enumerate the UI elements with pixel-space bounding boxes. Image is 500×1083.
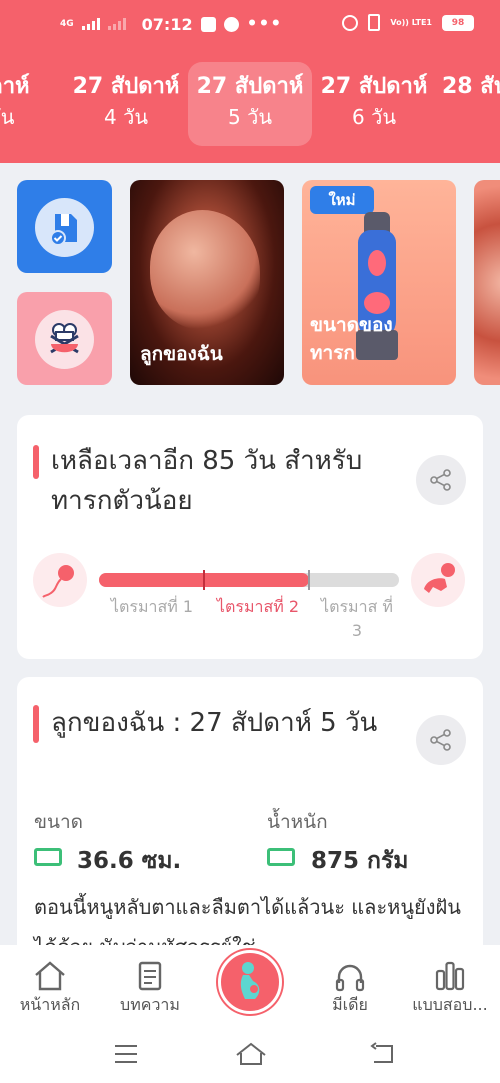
baby-title: ลูกของฉัน : 27 สัปดาห์ 5 วัน	[51, 708, 378, 738]
week-label: 27 สัปดาห์	[72, 74, 180, 99]
network-type: 4G	[60, 18, 74, 29]
vibrate-icon	[368, 14, 381, 31]
trimester-2-label: ไตรมาสที่ 2	[216, 597, 300, 616]
system-home-icon[interactable]	[234, 1041, 268, 1067]
share-button[interactable]	[416, 455, 466, 505]
day-label: 6 วัน	[352, 105, 396, 129]
status-bar: 4G 07:12 ••• Vo)) LTE1 98	[0, 0, 500, 48]
pregnant-woman-icon	[240, 962, 260, 999]
signal-bars-icon	[81, 18, 100, 30]
scale-icon	[267, 848, 295, 866]
nav-media-label: มีเดีย	[332, 995, 368, 1014]
nav-quiz-label: แบบสอบ...	[412, 995, 488, 1014]
volte-indicator: Vo)) LTE1	[390, 17, 432, 27]
share-button[interactable]	[416, 715, 466, 765]
countdown-card: เหลือเวลาอีก 85 วัน สำหรับทารกตัวน้อย ไต…	[17, 415, 483, 659]
week-label: 27 สัปดาห์	[196, 74, 304, 99]
recipes-button[interactable]	[17, 292, 112, 385]
new-badge: ใหม่	[310, 186, 374, 214]
nav-articles-label: บทความ	[120, 995, 180, 1014]
header: 4G 07:12 ••• Vo)) LTE1 98 ปดาห์ วัน 27 ส…	[0, 0, 500, 163]
status-left: 4G 07:12 •••	[60, 14, 282, 34]
week-item[interactable]: 27 สัปดาห์ 4 วัน	[64, 62, 188, 146]
battery-icon: 98	[442, 14, 474, 31]
baby-info-card: ลูกของฉัน : 27 สัปดาห์ 5 วัน ขนาด 36.6 ซ…	[17, 677, 483, 967]
next-feature-card[interactable]	[474, 180, 500, 385]
fetus-image	[150, 210, 260, 330]
share-icon	[430, 469, 451, 491]
clock: 07:12	[141, 14, 193, 34]
nav-home[interactable]: หน้าหลัก	[0, 945, 100, 1025]
back-icon[interactable]	[368, 1041, 396, 1067]
ruler-icon	[34, 848, 62, 866]
alarm-icon	[342, 14, 359, 31]
nav-quiz[interactable]: แบบสอบ...	[400, 945, 500, 1025]
share-icon	[430, 729, 451, 751]
notification-icon	[200, 16, 216, 32]
baby-size-card[interactable]: ใหม่ ขนาดของ ทารก	[302, 180, 456, 385]
day-label: 4 วัน	[104, 105, 148, 129]
week-item[interactable]: 27 สัปดาห์ 6 วัน	[312, 62, 436, 146]
headphones-icon	[335, 964, 365, 992]
week-label: ปดาห์	[0, 74, 30, 99]
week-selector: ปดาห์ วัน 27 สัปดาห์ 4 วัน 27 สัปดาห์ 5 …	[0, 62, 500, 146]
baby-crawl-icon	[411, 553, 465, 607]
my-baby-caption: ลูกของฉัน	[140, 343, 223, 365]
size-value: 36.6 ซม.	[77, 848, 182, 874]
status-right: Vo)) LTE1 98	[342, 14, 474, 31]
article-icon	[138, 961, 162, 991]
week-item[interactable]: ปดาห์ วัน	[0, 62, 64, 146]
trimester-marker	[308, 570, 310, 590]
nav-media[interactable]: มีเดีย	[300, 945, 400, 1025]
week-item[interactable]: 28 สัป	[436, 62, 500, 146]
week-item-selected[interactable]: 27 สัปดาห์ 5 วัน	[188, 62, 312, 146]
pregnancy-center-button[interactable]	[218, 950, 282, 1014]
trimester-1-label: ไตรมาสที่ 1	[110, 597, 194, 616]
pregnancy-progress-bar	[99, 570, 399, 590]
recent-apps-icon[interactable]	[113, 1043, 139, 1065]
weight-value: 875 กรัม	[311, 848, 409, 874]
title-accent	[33, 445, 39, 479]
checklist-icon	[35, 198, 94, 257]
sperm-icon	[33, 553, 87, 607]
week-label: 28 สัป	[442, 74, 500, 99]
my-baby-card[interactable]: ลูกของฉัน	[130, 180, 284, 385]
nav-articles[interactable]: บทความ	[100, 945, 200, 1025]
trimester-3-label: ไตรมาส ที่ 3	[321, 597, 393, 640]
system-nav-bar	[0, 1025, 500, 1083]
home-icon	[35, 961, 65, 991]
week-label: 27 สัปดาห์	[320, 74, 428, 99]
title-accent	[33, 705, 39, 743]
chart-bars-icon	[435, 961, 465, 991]
chef-hat-icon	[35, 310, 94, 369]
nav-home-label: หน้าหลัก	[19, 995, 81, 1014]
signal-bars-2-icon	[107, 18, 126, 30]
weight-label: น้ำหนัก	[267, 811, 328, 833]
checklist-button[interactable]	[17, 180, 112, 273]
messenger-icon	[223, 16, 239, 32]
trimester-marker	[203, 570, 205, 590]
day-label: วัน	[0, 105, 15, 129]
baby-size-caption: ขนาดของ ทารก	[310, 314, 393, 364]
countdown-title: เหลือเวลาอีก 85 วัน สำหรับทารกตัวน้อย	[51, 446, 363, 516]
size-label: ขนาด	[34, 811, 83, 833]
day-label: 5 วัน	[228, 105, 272, 129]
more-notifications-icon: •••	[246, 14, 283, 34]
